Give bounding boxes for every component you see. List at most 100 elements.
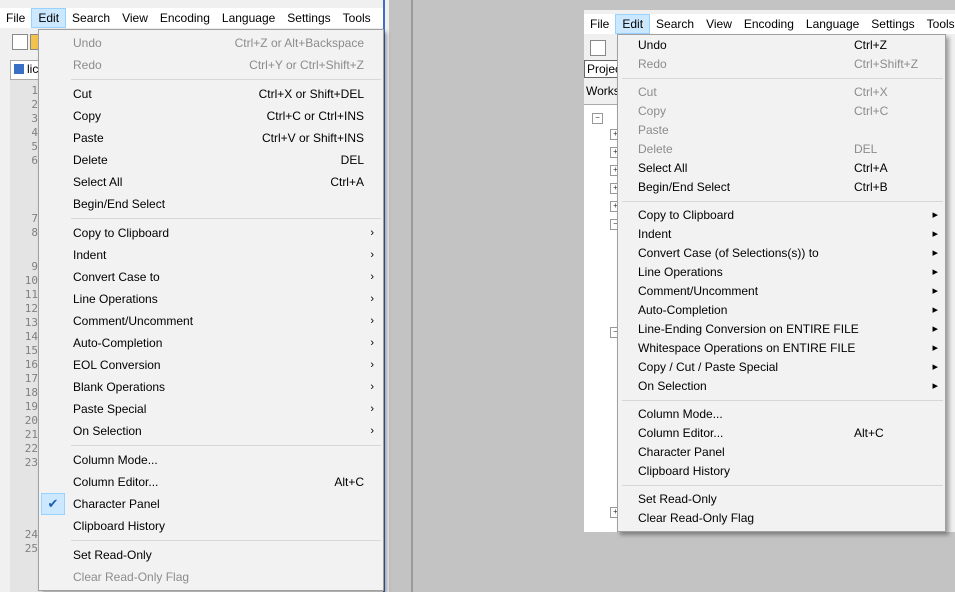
menu-item-eol-conversion[interactable]: EOL Conversion ›	[40, 354, 382, 376]
submenu-arrow-icon: ▸	[932, 380, 938, 392]
menu-item-clear-read-only-flag[interactable]: Clear Read-Only Flag	[40, 566, 382, 588]
menu-item-paste[interactable]: Paste Ctrl+V or Shift+INS	[40, 127, 382, 149]
menu-item-auto-completion[interactable]: Auto-Completion ▸	[619, 301, 944, 320]
menu-item-auto-completion[interactable]: Auto-Completion ›	[40, 332, 382, 354]
line-number-gutter: 1 2 3 4 5 6 7 8 9 10 11 12 13 14 15 16 17 18 19 20 21 22 23 24 2…	[10, 80, 40, 592]
menubar-language[interactable]: Language	[800, 14, 865, 34]
menu-item-copy-to-clipboard[interactable]: Copy to Clipboard ▸	[619, 206, 944, 225]
menu-item-shortcut: Ctrl+A	[854, 161, 888, 175]
menu-item-clipboard-history[interactable]: Clipboard History	[40, 515, 382, 537]
line-number: 7	[31, 212, 38, 225]
menubar-tools[interactable]: Tools	[337, 8, 377, 28]
menu-item-cut[interactable]: Cut Ctrl+X	[619, 83, 944, 102]
menu-item-begin-end-select[interactable]: Begin/End Select	[40, 193, 382, 215]
menu-item-line-operations[interactable]: Line Operations ›	[40, 288, 382, 310]
menubar-edit[interactable]: Edit	[31, 8, 67, 28]
menu-item-label: Column Editor...	[638, 426, 724, 440]
menu-item-paste-special[interactable]: Paste Special ›	[40, 398, 382, 420]
menu-item-copy[interactable]: Copy Ctrl+C or Ctrl+INS	[40, 105, 382, 127]
workspace-label: Works	[586, 84, 620, 98]
menu-item-on-selection[interactable]: On Selection ›	[40, 420, 382, 442]
line-number: 25	[24, 542, 38, 555]
menu-item-column-editor[interactable]: Column Editor... Alt+C	[619, 424, 944, 443]
submenu-arrow-icon: ›	[370, 403, 374, 415]
menubar-file[interactable]: File	[0, 8, 31, 28]
menu-item-character-panel[interactable]: ✔ Character Panel	[40, 493, 382, 515]
menu-item-shortcut: Ctrl+C or Ctrl+INS	[266, 109, 364, 123]
menu-item-set-read-only[interactable]: Set Read-Only	[40, 544, 382, 566]
submenu-arrow-icon: ▸	[932, 228, 938, 240]
menu-item-begin-end-select[interactable]: Begin/End Select Ctrl+B	[619, 178, 944, 197]
menu-item-set-read-only[interactable]: Set Read-Only	[619, 490, 944, 509]
menubar-view[interactable]: View	[116, 8, 154, 28]
menu-item-comment-uncomment[interactable]: Comment/Uncomment ▸	[619, 282, 944, 301]
save-icon	[14, 64, 24, 74]
menu-item-paste[interactable]: Paste	[619, 121, 944, 140]
line-number: 4	[31, 126, 38, 139]
menu-item-copy[interactable]: Copy Ctrl+C	[619, 102, 944, 121]
menu-item-label: Convert Case (of Selections(s)) to	[638, 246, 819, 260]
line-number: 21	[24, 428, 38, 441]
menu-item-redo[interactable]: Redo Ctrl+Shift+Z	[619, 55, 944, 74]
menu-item-blank-operations[interactable]: Blank Operations ›	[40, 376, 382, 398]
menubar-search[interactable]: Search	[650, 14, 700, 34]
menubar-language[interactable]: Language	[216, 8, 281, 28]
menu-item-column-mode[interactable]: Column Mode...	[40, 449, 382, 471]
project-tree[interactable]: − + + + + + − − +	[584, 104, 621, 532]
menu-item-select-all[interactable]: Select All Ctrl+A	[40, 171, 382, 193]
submenu-arrow-icon: ▸	[932, 247, 938, 259]
menubar-view[interactable]: View	[700, 14, 738, 34]
menubar-settings[interactable]: Settings	[865, 14, 920, 34]
line-number: 24	[24, 528, 38, 541]
menu-item-column-mode[interactable]: Column Mode...	[619, 405, 944, 424]
menu-item-clear-read-only-flag[interactable]: Clear Read-Only Flag	[619, 509, 944, 528]
collapse-icon[interactable]: −	[592, 113, 603, 124]
new-file-icon[interactable]	[12, 34, 28, 50]
menu-item-copy-to-clipboard[interactable]: Copy to Clipboard ›	[40, 222, 382, 244]
menubar-edit[interactable]: Edit	[615, 14, 651, 34]
menu-item-whitespace-operations-on-entire-file[interactable]: Whitespace Operations on ENTIRE FILE ▸	[619, 339, 944, 358]
menu-item-line-ending-conversion-on-entire-file[interactable]: Line-Ending Conversion on ENTIRE FILE ▸	[619, 320, 944, 339]
menu-item-convert-case-of-selections-s-to[interactable]: Convert Case (of Selections(s)) to ▸	[619, 244, 944, 263]
menu-item-character-panel[interactable]: Character Panel	[619, 443, 944, 462]
menu-item-indent[interactable]: Indent ▸	[619, 225, 944, 244]
menu-item-copy-cut-paste-special[interactable]: Copy / Cut / Paste Special ▸	[619, 358, 944, 377]
menubar-tools[interactable]: Tools	[921, 14, 955, 34]
menu-item-label: EOL Conversion	[73, 358, 161, 372]
line-number: 23	[24, 456, 38, 469]
submenu-arrow-icon: ›	[370, 227, 374, 239]
menubar-encoding[interactable]: Encoding	[154, 8, 216, 28]
menu-item-indent[interactable]: Indent ›	[40, 244, 382, 266]
split-divider[interactable]	[389, 0, 412, 592]
menu-item-comment-uncomment[interactable]: Comment/Uncomment ›	[40, 310, 382, 332]
menu-item-redo[interactable]: Redo Ctrl+Y or Ctrl+Shift+Z	[40, 54, 382, 76]
menu-item-convert-case-to[interactable]: Convert Case to ›	[40, 266, 382, 288]
menu-item-label: Select All	[73, 175, 123, 189]
menu-item-select-all[interactable]: Select All Ctrl+A	[619, 159, 944, 178]
menu-separator	[71, 539, 381, 541]
menu-item-delete[interactable]: Delete DEL	[619, 140, 944, 159]
checkmark-icon: ✔	[41, 493, 65, 515]
menu-item-shortcut: Ctrl+X	[854, 85, 888, 99]
menu-item-label: Whitespace Operations on ENTIRE FILE	[638, 341, 856, 355]
line-number: 15	[24, 344, 38, 357]
menu-item-line-operations[interactable]: Line Operations ▸	[619, 263, 944, 282]
new-file-icon[interactable]	[590, 40, 606, 56]
menubar-settings[interactable]: Settings	[281, 8, 336, 28]
menu-item-column-editor[interactable]: Column Editor... Alt+C	[40, 471, 382, 493]
menu-item-undo[interactable]: Undo Ctrl+Z or Alt+Backspace	[40, 32, 382, 54]
menubar-encoding[interactable]: Encoding	[738, 14, 800, 34]
submenu-arrow-icon: ›	[370, 359, 374, 371]
menu-item-clipboard-history[interactable]: Clipboard History	[619, 462, 944, 481]
menu-item-label: Comment/Uncomment	[638, 284, 759, 298]
menu-item-cut[interactable]: Cut Ctrl+X or Shift+DEL	[40, 83, 382, 105]
menu-item-label: On Selection	[638, 379, 707, 393]
menubar-file[interactable]: File	[584, 14, 615, 34]
menu-item-undo[interactable]: Undo Ctrl+Z	[619, 36, 944, 55]
menu-item-delete[interactable]: Delete DEL	[40, 149, 382, 171]
menubar-search[interactable]: Search	[66, 8, 116, 28]
menu-item-label: Clipboard History	[638, 464, 731, 478]
menu-item-shortcut: Alt+C	[334, 475, 364, 489]
menu-item-on-selection[interactable]: On Selection ▸	[619, 377, 944, 396]
menu-item-label: Begin/End Select	[638, 180, 731, 194]
